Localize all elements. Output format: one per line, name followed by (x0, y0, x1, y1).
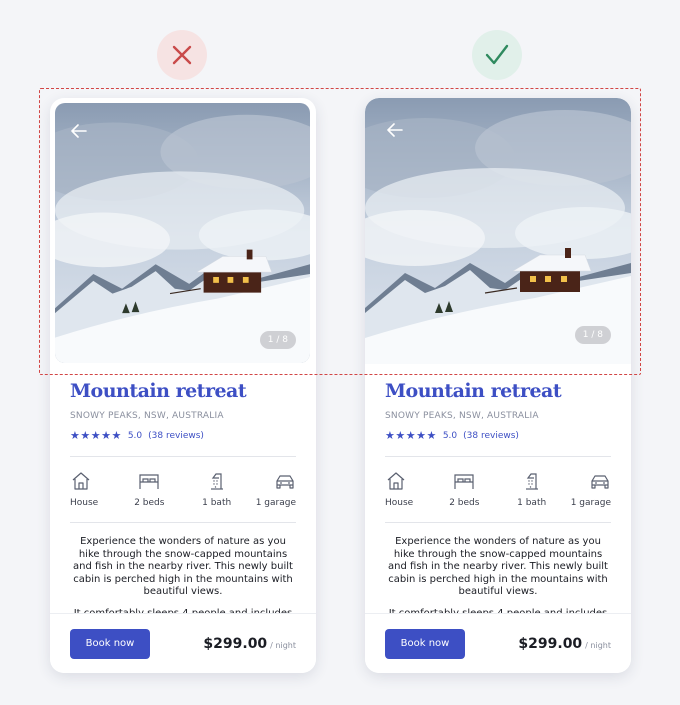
price-amount: $299.00 (203, 635, 268, 652)
house-icon (72, 472, 90, 490)
book-now-button[interactable]: Book now (385, 628, 465, 659)
back-arrow-icon[interactable] (69, 121, 89, 141)
divider (70, 456, 296, 457)
listing-card-correct: 1 / 8 Mountain retreat SNOWY PEAKS, NSW,… (365, 98, 631, 673)
bed-icon (139, 474, 159, 489)
divider (385, 522, 611, 523)
rating-score: 5.0 (442, 430, 458, 441)
rating[interactable]: ★★★★★ 5.0 (38 reviews) (385, 429, 611, 442)
listing-title: Mountain retreat (70, 380, 247, 402)
listing-description: Experience the wonders of nature as you … (388, 536, 608, 597)
feature-bath: 1 bath (504, 471, 560, 508)
price-unit: / night (270, 640, 296, 650)
features-row: House 2 beds 1 bath 1 garage (70, 471, 296, 508)
rating-reviews[interactable]: (38 reviews) (148, 431, 204, 441)
feature-bath: 1 bath (189, 471, 245, 508)
back-arrow-icon[interactable] (385, 120, 405, 140)
star-rating-icon: ★★★★★ (70, 429, 122, 442)
x-mark-icon (172, 45, 192, 65)
shower-icon (525, 473, 538, 490)
mountain-cabin-image (55, 103, 310, 363)
listing-card-incorrect: 1 / 8 Mountain retreat SNOWY PEAKS, NSW,… (50, 98, 316, 673)
booking-footer: Book now $299.00 / night (365, 613, 631, 673)
listing-photo[interactable]: 1 / 8 (365, 98, 631, 364)
house-icon (387, 472, 405, 490)
feature-house: House (385, 471, 425, 508)
feature-garage: 1 garage (571, 471, 611, 508)
divider (385, 456, 611, 457)
listing-photo[interactable]: 1 / 8 (55, 103, 310, 363)
listing-location: SNOWY PEAKS, NSW, AUSTRALIA (70, 411, 224, 421)
price-unit: / night (585, 640, 611, 650)
booking-footer: Book now $299.00 / night (50, 613, 316, 673)
feature-beds: 2 beds (436, 471, 492, 508)
check-mark-icon (485, 44, 509, 65)
bed-icon (454, 474, 474, 489)
car-icon (276, 475, 294, 489)
rating-score: 5.0 (127, 430, 143, 441)
car-icon (591, 475, 609, 489)
listing-location: SNOWY PEAKS, NSW, AUSTRALIA (385, 411, 539, 421)
correct-badge (472, 30, 522, 80)
photo-counter: 1 / 8 (259, 331, 296, 349)
divider (70, 522, 296, 523)
feature-house: House (70, 471, 110, 508)
rating[interactable]: ★★★★★ 5.0 (38 reviews) (70, 429, 296, 442)
feature-beds: 2 beds (121, 471, 177, 508)
rating-reviews[interactable]: (38 reviews) (463, 431, 519, 441)
listing-description: Experience the wonders of nature as you … (73, 536, 293, 597)
book-now-button[interactable]: Book now (70, 628, 150, 659)
price-amount: $299.00 (518, 635, 583, 652)
features-row: House 2 beds 1 bath 1 garage (385, 471, 611, 508)
incorrect-badge (157, 30, 207, 80)
listing-title: Mountain retreat (385, 380, 562, 402)
shower-icon (210, 473, 223, 490)
price: $299.00 / night (203, 636, 296, 652)
star-rating-icon: ★★★★★ (385, 429, 437, 442)
photo-counter: 1 / 8 (574, 326, 611, 344)
feature-garage: 1 garage (256, 471, 296, 508)
price: $299.00 / night (518, 636, 611, 652)
